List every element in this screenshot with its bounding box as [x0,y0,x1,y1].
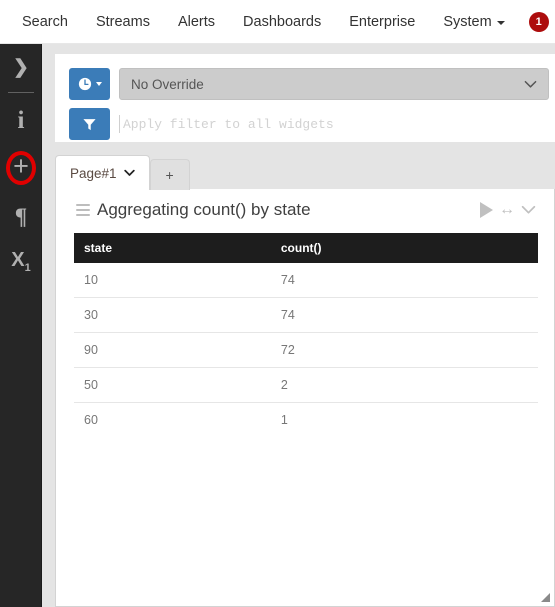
filter-row: Apply filter to all widgets [55,100,555,140]
cell-state: 30 [74,297,269,333]
override-select[interactable]: No Override [119,68,549,100]
notification-badge[interactable]: 1 [528,11,549,32]
drag-handle-icon[interactable] [76,204,90,216]
chevron-down-icon [123,169,135,176]
nav-items: Search Streams Alerts Dashboards Enterpr… [0,0,555,43]
cell-count: 2 [268,367,538,403]
column-header-count[interactable]: count() [268,233,538,263]
override-select-value: No Override [131,76,204,92]
info-icon: i [17,106,25,134]
cell-count: 1 [280,413,288,427]
sidebar-divider [7,92,34,93]
cell-state: 60 [84,413,98,427]
widget-resize-grip[interactable] [541,593,550,602]
timerange-button[interactable] [69,68,110,100]
table-body: 10 74 30 74 90 72 50 2 60 1 [74,263,538,437]
resize-horizontal-icon[interactable]: ↔ [499,202,515,218]
results-table-wrapper: state count() 10 74 30 74 90 72 50 2 60 … [74,233,538,437]
cell-count: 72 [268,332,538,368]
widget-card: Aggregating count() by state ↔ state cou… [55,189,555,607]
chevron-down-icon [496,20,505,25]
table-row: 50 2 [74,367,538,403]
cell-state: 90 [74,332,269,368]
collapse-chevron-down-icon[interactable] [521,205,536,215]
filter-button[interactable] [69,108,110,140]
nav-item-enterprise[interactable]: Enterprise [349,14,415,30]
play-icon[interactable] [480,202,493,218]
widget-title: Aggregating count() by state [97,200,311,219]
sidebar-item-info[interactable]: i [0,97,42,143]
add-page-tab-button[interactable]: + [149,159,190,190]
plus-icon: + [13,150,29,181]
widget-actions: ↔ [480,202,536,218]
table-row: 30 74 [74,297,538,333]
clock-icon [78,77,91,91]
table-row: 60 1 [74,403,538,438]
cell-state: 50 [74,367,269,403]
cell-count: 74 [268,297,538,333]
table-row: 10 74 [74,263,538,298]
sidebar-item-subscript[interactable]: X1 [0,239,42,285]
text-cursor [119,115,120,133]
dashboard-controls-panel: No Override Apply filter to all widgets [55,54,555,142]
chevron-right-icon: ❯ [13,56,29,78]
chevron-down-icon [95,82,102,86]
nav-item-streams[interactable]: Streams [96,14,150,30]
left-gutter [42,44,55,607]
column-header-state[interactable]: state [74,233,269,263]
subscript-icon: X1 [11,249,31,274]
results-table: state count() 10 74 30 74 90 72 50 2 60 … [74,233,538,437]
nav-item-alerts[interactable]: Alerts [178,14,215,30]
left-sidebar: ❯ i + ¶ X1 [0,44,42,607]
pilcrow-icon: ¶ [14,203,28,229]
nav-item-system[interactable]: System [443,13,505,30]
filter-input[interactable]: Apply filter to all widgets [119,108,555,140]
tab-page-1[interactable]: Page#1 [55,155,150,190]
nav-item-search[interactable]: Search [22,14,68,30]
table-header-row: state count() [74,233,538,263]
sidebar-item-expand[interactable]: ❯ [0,44,42,90]
page-tabs: Page#1 + [55,154,190,190]
filter-input-placeholder: Apply filter to all widgets [123,116,334,132]
timerange-row: No Override [55,54,555,100]
table-head: state count() [74,233,538,263]
sidebar-item-paragraph[interactable]: ¶ [0,193,42,239]
cell-state: 10 [74,263,269,298]
table-row: 90 72 [74,332,538,368]
tab-page-1-label: Page#1 [70,165,117,181]
chevron-down-icon [524,80,537,88]
nav-item-dashboards[interactable]: Dashboards [243,14,321,30]
top-navbar: Search Streams Alerts Dashboards Enterpr… [0,0,555,44]
cell-count: 74 [268,263,538,298]
funnel-icon [83,118,96,130]
widget-header: Aggregating count() by state ↔ [56,189,554,231]
sidebar-item-add[interactable]: + [0,143,42,193]
nav-item-system-label: System [443,13,492,30]
main-content: No Override Apply filter to all widgets … [42,44,555,607]
